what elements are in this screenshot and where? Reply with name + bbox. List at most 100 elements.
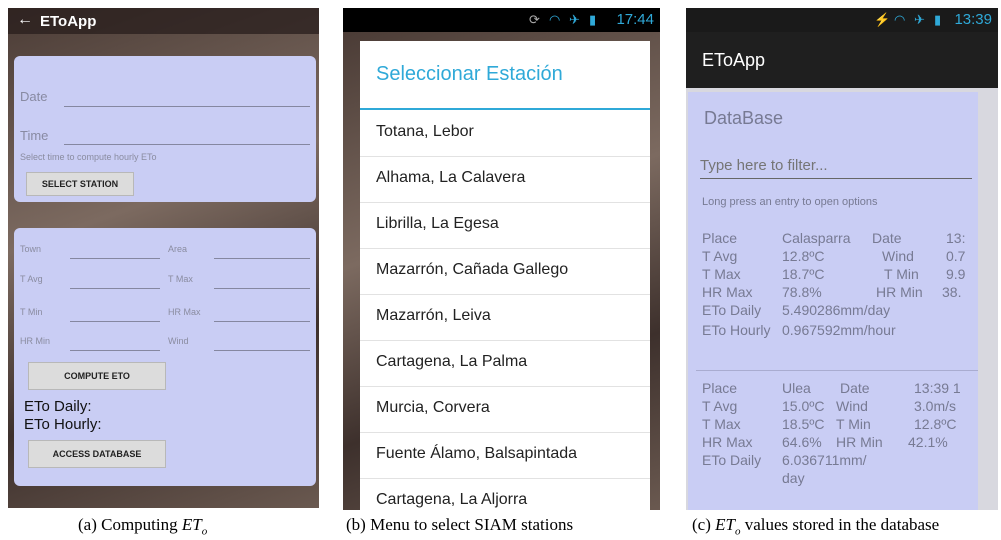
caption-a-symbol: ET (181, 515, 202, 534)
town-label: Town (20, 244, 42, 254)
hr-max-label: HR Max (702, 284, 753, 300)
t-avg-value: 15.0ºC (782, 398, 825, 414)
t-avg-value: 12.8ºC (782, 248, 825, 264)
station-item[interactable]: Mazarrón, Leiva (360, 295, 650, 341)
wifi-icon: ◠ (894, 12, 906, 27)
wifi-icon: ◠ (549, 12, 561, 27)
town-input[interactable] (70, 258, 160, 259)
eto-daily-label: ETo Daily (702, 302, 762, 318)
t-min-value: 9.9 (946, 266, 966, 282)
no-signal-icon: ⚡ (874, 12, 891, 27)
t-avg-label: T Avg (702, 248, 738, 264)
date-label: Date (20, 89, 48, 104)
t-min-input[interactable] (70, 321, 160, 322)
wind-label: Wind (168, 336, 189, 346)
station-label: Alhama, La Calavera (376, 169, 526, 186)
weather-panel: Town Area T Avg T Max T Min HR Max HR Mi… (14, 228, 316, 486)
t-min-value: 12.8ºC (914, 416, 957, 432)
hr-max-value: 64.6% (782, 434, 822, 450)
caption-c-symbol: ET (715, 515, 735, 534)
t-min-label: T Min (836, 416, 871, 432)
screenshot-c: ⚡ ◠ ✈ ▮ 13:39 EToApp DataBase Long press… (686, 8, 998, 510)
t-max-value: 18.5ºC (782, 416, 825, 432)
arrow-left-icon[interactable]: ← (17, 11, 33, 29)
station-item[interactable]: Cartagena, La Palma (360, 341, 650, 387)
hr-max-label: HR Max (702, 434, 753, 450)
station-item[interactable]: Fuente Álamo, Balsapintada (360, 433, 650, 479)
date-input[interactable] (64, 106, 310, 107)
date-time-panel: Date Time Select time to compute hourly … (14, 56, 316, 202)
wind-label: Wind (882, 248, 914, 264)
eto-daily-value-line2: day (782, 470, 805, 486)
hr-min-label: HR Min (20, 336, 51, 346)
time-input[interactable] (64, 144, 310, 145)
caption-a-prefix: (a) Computing (78, 515, 182, 534)
station-item[interactable]: Mazarrón, Cañada Gallego (360, 249, 650, 295)
station-label: Mazarrón, Cañada Gallego (376, 261, 569, 278)
filter-input[interactable] (700, 152, 972, 179)
dialog-title: Seleccionar Estación (376, 63, 563, 85)
date-value: 13:39 1 (914, 380, 961, 396)
hr-max-input[interactable] (214, 321, 310, 322)
access-database-button[interactable]: ACCESS DATABASE (28, 440, 166, 468)
app-bar: EToApp (686, 32, 998, 88)
wind-value: 0.7 (946, 248, 966, 264)
time-hint: Select time to compute hourly ETo (20, 152, 157, 162)
select-station-button[interactable]: SELECT STATION (26, 172, 134, 196)
station-label: Totana, Lebor (376, 123, 474, 140)
caption-a: (a) Computing ETo (78, 515, 207, 537)
database-entry[interactable]: Place Ulea Date 13:39 1 T Avg 15.0ºC Win… (688, 370, 978, 510)
eto-daily-label: ETo Daily: (24, 398, 92, 415)
station-label: Fuente Álamo, Balsapintada (376, 445, 578, 462)
station-item[interactable]: Murcia, Corvera (360, 387, 650, 433)
t-min-label: T Min (884, 266, 919, 282)
app-title: EToApp (40, 13, 97, 30)
station-item[interactable]: Librilla, La Egesa (360, 203, 650, 249)
time-label: Time (20, 128, 49, 143)
station-item[interactable]: Cartagena, La Aljorra (360, 479, 650, 510)
eto-hourly-value: 0.967592mm/hour (782, 322, 896, 338)
screenshot-a: ← EToApp Date Time Select time to comput… (8, 8, 319, 508)
database-entry[interactable]: Place Calasparra Date 13: T Avg 12.8ºC W… (688, 216, 978, 366)
station-label: Cartagena, La Palma (376, 353, 528, 370)
database-panel: DataBase Long press an entry to open opt… (688, 92, 978, 510)
eto-daily-value: 5.490286mm/day (782, 302, 891, 318)
hr-min-label: HR Min (876, 284, 923, 300)
t-max-input[interactable] (214, 288, 310, 289)
station-item[interactable]: Alhama, La Calavera (360, 157, 650, 203)
date-label: Date (872, 230, 902, 246)
station-dialog: Seleccionar Estación Totana, Lebor Alham… (360, 41, 650, 510)
sync-icon: ⟳ (529, 12, 540, 27)
caption-c-suffix: values stored in the database (740, 515, 940, 534)
wind-label: Wind (836, 398, 868, 414)
hr-max-label: HR Max (168, 307, 201, 317)
place-value: Calasparra (782, 230, 851, 246)
t-avg-input[interactable] (70, 288, 160, 289)
section-title: DataBase (704, 108, 784, 128)
status-bar: ⚡ ◠ ✈ ▮ 13:39 (686, 8, 998, 32)
area-label: Area (168, 244, 188, 254)
station-label: Librilla, La Egesa (376, 215, 499, 232)
status-time: 17:44 (616, 11, 654, 28)
airplane-icon: ✈ (914, 12, 925, 27)
t-min-label: T Min (20, 307, 43, 317)
caption-b-text: (b) Menu to select SIAM stations (346, 515, 574, 534)
t-avg-label: T Avg (20, 274, 43, 284)
station-label: Mazarrón, Leiva (376, 307, 491, 324)
hr-min-input[interactable] (70, 350, 160, 351)
caption-a-subscript: o (201, 525, 208, 538)
place-label: Place (702, 380, 738, 396)
station-item[interactable]: Totana, Lebor (360, 111, 650, 157)
caption-c: (c) ETo values stored in the database (692, 515, 939, 537)
t-max-label: T Max (702, 266, 741, 282)
wind-input[interactable] (214, 350, 310, 351)
t-avg-label: T Avg (702, 398, 738, 414)
date-label: Date (840, 380, 870, 396)
status-time: 13:39 (954, 11, 992, 28)
compute-eto-button[interactable]: COMPUTE ETO (28, 362, 166, 390)
screenshot-b: ⟳ ◠ ✈ ▮ 17:44 Seleccionar Estación Totan… (343, 8, 660, 510)
t-max-label: T Max (702, 416, 741, 432)
caption-c-prefix: (c) (692, 515, 716, 534)
area-input[interactable] (214, 258, 310, 259)
dialog-divider (360, 108, 650, 110)
